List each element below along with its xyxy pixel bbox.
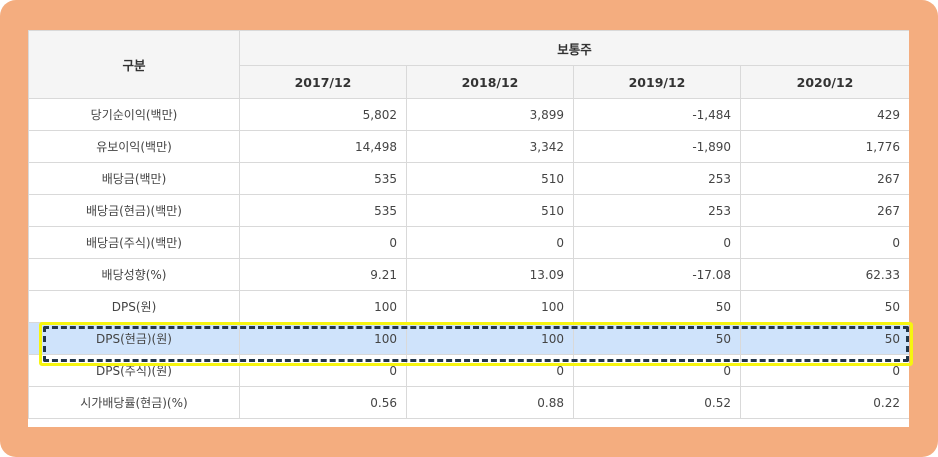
highlighted-table-row: DPS(현금)(원) 100 100 50 50	[28, 322, 909, 355]
table-cell: 62.33	[739, 258, 909, 291]
table-cell: 253	[573, 194, 741, 227]
year-header: 2019/12	[573, 65, 741, 99]
table-cell: 3,342	[406, 130, 574, 163]
table-cell: 267	[739, 162, 909, 195]
table-cell: -1,890	[573, 130, 741, 163]
table-cell: 50	[739, 290, 909, 323]
table-cell: 0.56	[239, 386, 407, 419]
table-cell: 0.52	[573, 386, 741, 419]
row-label: DPS(원)	[28, 290, 240, 323]
group-header: 보통주	[238, 30, 909, 66]
dividend-table: 구분 보통주 2017/12 2018/12 2019/12 2020/12 당…	[28, 30, 909, 419]
table-cell: 50	[739, 322, 909, 355]
table-row: 배당금(백만) 535 510 253 267	[28, 162, 909, 195]
dividend-table-panel: 구분 보통주 2017/12 2018/12 2019/12 2020/12 당…	[28, 30, 909, 427]
table-cell: 535	[239, 162, 407, 195]
table-cell: 100	[239, 290, 407, 323]
table-cell: 50	[573, 322, 741, 355]
table-cell: 0.88	[406, 386, 574, 419]
table-cell: 0	[239, 226, 407, 259]
row-label: 유보이익(백만)	[28, 130, 240, 163]
table-cell: 0	[239, 354, 407, 387]
table-row: DPS(주식)(원) 0 0 0 0	[28, 354, 909, 387]
table-cell: 535	[239, 194, 407, 227]
table-cell: 9.21	[239, 258, 407, 291]
table-cell: 0	[739, 226, 909, 259]
table-cell: 0	[406, 226, 574, 259]
table-cell: 0	[739, 354, 909, 387]
table-cell: 100	[406, 322, 574, 355]
year-header: 2018/12	[406, 65, 574, 99]
year-header: 2020/12	[739, 65, 909, 99]
table-cell: -17.08	[573, 258, 741, 291]
table-cell: -1,484	[573, 98, 741, 131]
row-label: 배당성향(%)	[28, 258, 240, 291]
table-cell: 0	[406, 354, 574, 387]
table-cell: 267	[739, 194, 909, 227]
table-cell: 429	[739, 98, 909, 131]
table-row: DPS(원) 100 100 50 50	[28, 290, 909, 323]
row-label: 배당금(주식)(백만)	[28, 226, 240, 259]
table-cell: 253	[573, 162, 741, 195]
table-cell: 510	[406, 162, 574, 195]
table-cell: 100	[239, 322, 407, 355]
table-cell: 3,899	[406, 98, 574, 131]
row-label: DPS(주식)(원)	[28, 354, 240, 387]
row-label: 배당금(현금)(백만)	[28, 194, 240, 227]
year-header: 2017/12	[239, 65, 407, 99]
row-label: 시가배당률(현금)(%)	[28, 386, 240, 419]
table-cell: 50	[573, 290, 741, 323]
table-row: 시가배당률(현금)(%) 0.56 0.88 0.52 0.22	[28, 386, 909, 419]
table-cell: 0	[573, 354, 741, 387]
table-cell: 0.22	[739, 386, 909, 419]
corner-header: 구분	[28, 30, 240, 99]
row-label: DPS(현금)(원)	[28, 322, 240, 355]
screenshot-frame: 구분 보통주 2017/12 2018/12 2019/12 2020/12 당…	[0, 0, 938, 457]
table-row: 배당금(현금)(백만) 535 510 253 267	[28, 194, 909, 227]
table-row: 배당금(주식)(백만) 0 0 0 0	[28, 226, 909, 259]
table-cell: 0	[573, 226, 741, 259]
table-row: 유보이익(백만) 14,498 3,342 -1,890 1,776	[28, 130, 909, 163]
row-label: 배당금(백만)	[28, 162, 240, 195]
table-cell: 5,802	[239, 98, 407, 131]
table-cell: 13.09	[406, 258, 574, 291]
table-cell: 1,776	[739, 130, 909, 163]
table-cell: 14,498	[239, 130, 407, 163]
table-row: 배당성향(%) 9.21 13.09 -17.08 62.33	[28, 258, 909, 291]
table-cell: 100	[406, 290, 574, 323]
row-label: 당기순이익(백만)	[28, 98, 240, 131]
table-cell: 510	[406, 194, 574, 227]
table-row: 당기순이익(백만) 5,802 3,899 -1,484 429	[28, 98, 909, 131]
